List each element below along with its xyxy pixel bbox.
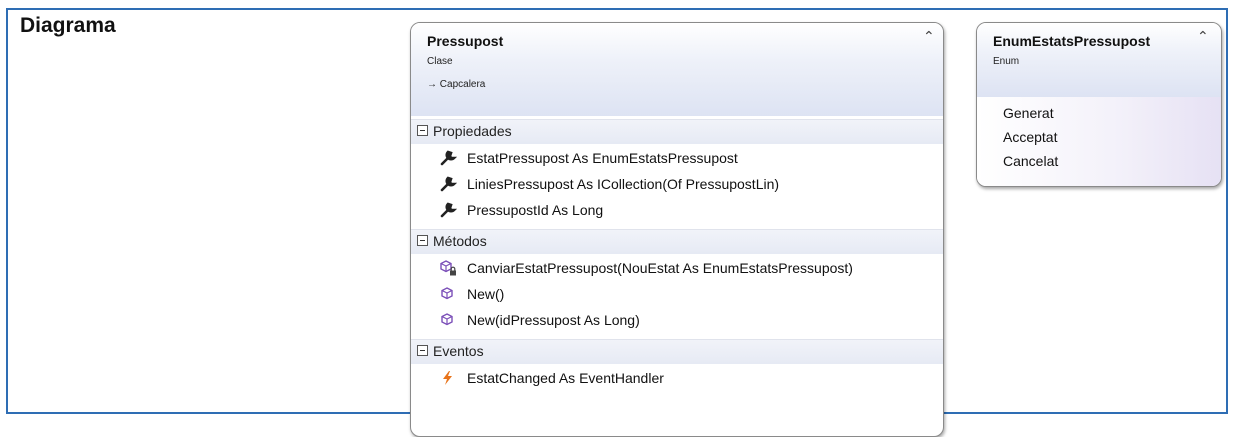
enum-name: EnumEstatsPressupost: [993, 33, 1151, 49]
class-header: Pressupost Clase → Capcalera ⌃: [411, 23, 943, 116]
compartment-title: Eventos: [433, 343, 484, 359]
member-text: New(idPressupost As Long): [467, 312, 640, 328]
member-text: CanviarEstatPressupost(NouEstat As EnumE…: [467, 260, 853, 276]
member-row[interactable]: PressupostId As Long: [411, 199, 943, 223]
property-wrench-icon: [440, 150, 457, 166]
section-title: Diagrama: [20, 14, 116, 37]
collapse-minus-icon[interactable]: [417, 235, 428, 246]
member-text: PressupostId As Long: [467, 202, 604, 218]
class-name: Pressupost: [427, 33, 504, 49]
method-cube-icon: [441, 313, 453, 326]
inherits-from: Capcalera: [439, 79, 486, 90]
enum-shape-enumestatspressupost[interactable]: EnumEstatsPressupost Enum ⌃ Generat Acce…: [976, 22, 1222, 187]
enum-header: EnumEstatsPressupost Enum ⌃: [977, 23, 1221, 97]
member-row[interactable]: EstatPressupost As EnumEstatsPressupost: [411, 147, 943, 171]
enum-values-panel: Generat Acceptat Cancelat: [977, 97, 1221, 186]
compartment-title: Métodos: [433, 233, 487, 249]
compartment-header-events[interactable]: Eventos: [411, 339, 943, 364]
property-wrench-icon: [440, 176, 457, 192]
member-text: LiniesPressupost As ICollection(Of Press…: [467, 176, 780, 192]
inheritance-arrow-icon: →: [427, 79, 437, 90]
member-row[interactable]: LiniesPressupost As ICollection(Of Press…: [411, 173, 943, 197]
collapse-chevron-icon[interactable]: ⌃: [1197, 29, 1209, 45]
member-text: New(): [467, 286, 505, 302]
class-kind: Clase: [427, 56, 453, 67]
member-row[interactable]: CanviarEstatPressupost(NouEstat As EnumE…: [411, 257, 943, 281]
collapse-minus-icon[interactable]: [417, 345, 428, 356]
enum-value[interactable]: Acceptat: [1003, 129, 1057, 145]
member-row[interactable]: EstatChanged As EventHandler: [411, 367, 943, 391]
collapse-chevron-icon[interactable]: ⌃: [923, 29, 935, 45]
event-lightning-icon: [443, 371, 452, 385]
member-text: EstatPressupost As EnumEstatsPressupost: [467, 150, 738, 166]
enum-value[interactable]: Generat: [1003, 105, 1054, 121]
compartment-header-methods[interactable]: Métodos: [411, 229, 943, 254]
enum-value[interactable]: Cancelat: [1003, 153, 1058, 169]
method-cube-icon: [441, 287, 453, 300]
inheritance-line: → Capcalera: [427, 79, 485, 90]
collapse-minus-icon[interactable]: [417, 125, 428, 136]
member-row[interactable]: New(): [411, 283, 943, 307]
enum-kind: Enum: [993, 56, 1020, 67]
class-shape-pressupost[interactable]: Pressupost Clase → Capcalera ⌃ Propiedad…: [410, 22, 944, 437]
property-wrench-icon: [440, 202, 457, 218]
member-row[interactable]: New(idPressupost As Long): [411, 309, 943, 333]
compartment-title: Propiedades: [433, 123, 512, 139]
compartment-header-properties[interactable]: Propiedades: [411, 119, 943, 144]
member-text: EstatChanged As EventHandler: [467, 370, 664, 386]
private-method-cube-icon: [440, 260, 456, 276]
